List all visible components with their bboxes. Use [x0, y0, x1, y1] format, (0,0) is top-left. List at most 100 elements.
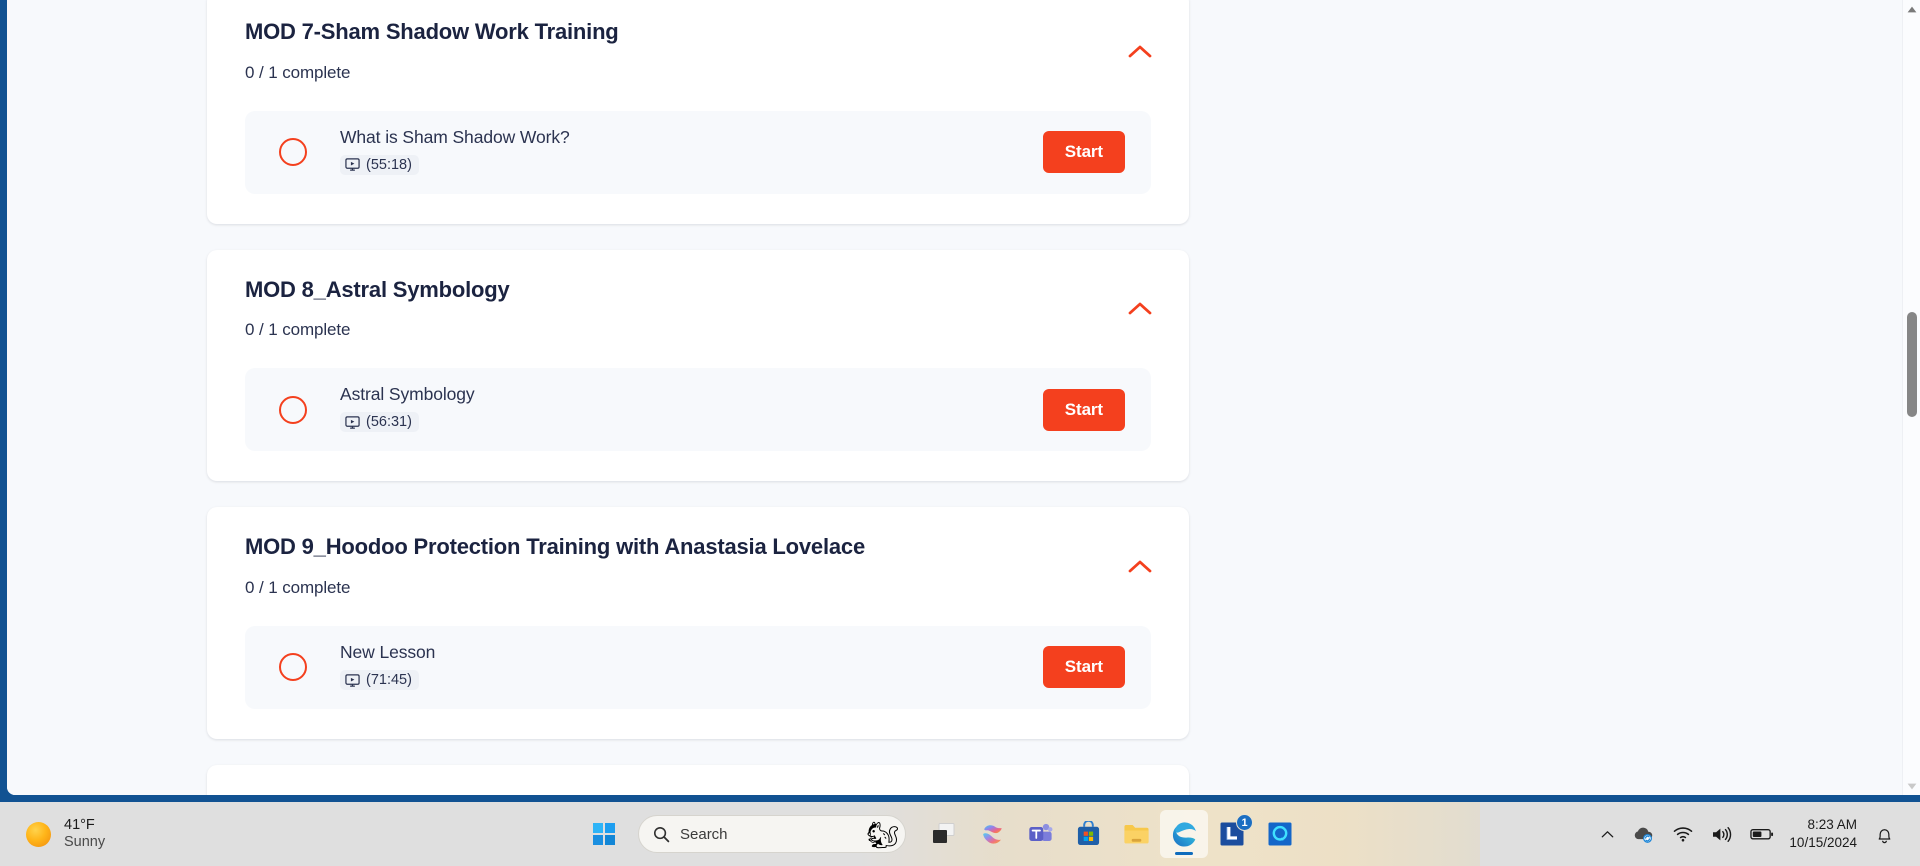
windows-start-icon	[593, 823, 615, 845]
copilot-icon	[982, 825, 1002, 844]
chevron-up-icon	[1128, 302, 1152, 315]
module-header: MOD 8_Astral Symbology 0 / 1 complete	[245, 276, 1152, 341]
weather-condition: Sunny	[64, 834, 106, 850]
module-card: Human Design and Soul Connections Part 1…	[207, 764, 1189, 795]
browser-window: MOD 7-Sham Shadow Work Training 0 / 1 co…	[0, 0, 1920, 802]
module-header: MOD 9_Hoodoo Protection Training with An…	[245, 533, 1152, 598]
microsoft-edge-icon	[1172, 821, 1196, 847]
chevron-down-icon	[1907, 783, 1917, 789]
module-title: Human Design and Soul Connections Part 1…	[245, 791, 1151, 795]
taskbar-app-circle[interactable]	[1256, 810, 1304, 858]
browser-viewport: MOD 7-Sham Shadow Work Training 0 / 1 co…	[7, 0, 1920, 795]
lesson-row[interactable]: New Lesson (71:45) Start	[245, 625, 1151, 709]
search-icon	[653, 826, 670, 842]
circle-incomplete-icon[interactable]	[279, 653, 307, 682]
search-input[interactable]: Search 🐿	[638, 815, 906, 853]
app-badge-count: 1	[1236, 814, 1253, 831]
cloud-sync-icon	[1635, 827, 1653, 843]
vertical-scrollbar[interactable]	[1902, 0, 1920, 795]
bell-icon	[1878, 828, 1891, 843]
module-list: MOD 7-Sham Shadow Work Training 0 / 1 co…	[207, 0, 1189, 795]
lesson-duration-chip: (56:31)	[340, 412, 419, 433]
lesson-row[interactable]: What is Sham Shadow Work? (55:18) Start	[245, 110, 1151, 194]
tray-notifications-button[interactable]	[1867, 812, 1902, 856]
module-card: MOD 8_Astral Symbology 0 / 1 complete As…	[207, 249, 1189, 482]
module-title: MOD 7-Sham Shadow Work Training	[245, 19, 619, 44]
lesson-duration-chip: (71:45)	[340, 670, 419, 691]
tray-onedrive-button[interactable]	[1623, 812, 1664, 856]
weather-widget[interactable]: 41°F Sunny	[26, 817, 105, 850]
microsoft-teams-icon	[1029, 823, 1053, 841]
lesson-row[interactable]: Astral Symbology (56:31) Start	[245, 368, 1151, 452]
taskbar-app-microsoft-edge[interactable]	[1160, 810, 1208, 858]
circle-app-icon	[1268, 822, 1292, 846]
chevron-up-icon	[1128, 560, 1152, 573]
taskbar-app-copilot[interactable]	[968, 810, 1016, 858]
module-header: MOD 7-Sham Shadow Work Training 0 / 1 co…	[245, 18, 1152, 83]
weather-text: 41°F Sunny	[64, 817, 105, 850]
chevron-up-icon	[1128, 45, 1152, 57]
lesson-duration: (55:18)	[366, 156, 412, 173]
module-progress: 0 / 1 complete	[245, 577, 351, 597]
tray-overflow-button[interactable]	[1592, 812, 1623, 856]
clock-date: 10/15/2024	[1789, 835, 1857, 850]
lesson-info: Astral Symbology (56:31)	[340, 384, 1043, 435]
tray-volume-button[interactable]	[1702, 812, 1741, 856]
scrollbar-thumb[interactable]	[1907, 312, 1917, 417]
weather-temperature: 41°F	[64, 817, 95, 834]
module-header: Human Design and Soul Connections Part 1…	[245, 791, 1151, 795]
start-button[interactable]: Start	[1042, 131, 1125, 174]
windows-start-button[interactable]	[580, 810, 628, 858]
windows-taskbar: 41°F Sunny Search 🐿 1 8:23 AM 10/15/2024	[0, 802, 1920, 866]
lesson-title: New Lesson	[340, 642, 436, 663]
taskbar-app-linkedin-learning[interactable]: 1	[1208, 810, 1256, 858]
taskbar-app-microsoft-store[interactable]	[1064, 810, 1112, 858]
start-button[interactable]: Start	[1042, 646, 1125, 689]
circle-incomplete-icon[interactable]	[279, 138, 307, 167]
video-screen-icon	[345, 158, 360, 172]
lesson-duration: (56:31)	[366, 414, 412, 431]
chevron-up-icon	[1907, 6, 1917, 12]
module-title: MOD 8_Astral Symbology	[245, 276, 510, 302]
scroll-down-button[interactable]	[1903, 777, 1920, 795]
lesson-info: What is Sham Shadow Work? (55:18)	[340, 127, 1043, 178]
course-page: MOD 7-Sham Shadow Work Training 0 / 1 co…	[7, 0, 1902, 795]
lesson-title: Astral Symbology	[340, 384, 475, 405]
lesson-duration-chip: (55:18)	[340, 154, 419, 175]
circle-incomplete-icon[interactable]	[279, 395, 307, 424]
taskbar-app-file-explorer[interactable]	[1112, 810, 1160, 858]
file-explorer-icon	[1123, 825, 1149, 844]
scroll-up-button[interactable]	[1903, 0, 1920, 18]
module-card: MOD 9_Hoodoo Protection Training with An…	[207, 507, 1189, 739]
sun-icon	[26, 821, 51, 847]
module-progress: 0 / 1 complete	[245, 62, 351, 82]
module-collapse-toggle[interactable]	[1123, 34, 1157, 68]
module-collapse-toggle[interactable]	[1123, 292, 1157, 326]
module-title: MOD 9_Hoodoo Protection Training with An…	[245, 534, 865, 560]
module-card: MOD 7-Sham Shadow Work Training 0 / 1 co…	[207, 0, 1189, 224]
task-view-icon	[933, 823, 955, 843]
lesson-info: New Lesson (71:45)	[340, 642, 1043, 693]
system-tray: 8:23 AM 10/15/2024	[1592, 812, 1902, 856]
speaker-icon	[1713, 826, 1732, 842]
taskbar-clock[interactable]: 8:23 AM 10/15/2024	[1783, 816, 1867, 851]
wifi-icon	[1674, 827, 1693, 842]
tray-network-button[interactable]	[1664, 812, 1702, 856]
taskbar-center-group: Search 🐿 1	[580, 810, 1304, 858]
module-collapse-toggle[interactable]	[1123, 549, 1157, 583]
video-screen-icon	[345, 416, 360, 429]
video-screen-icon	[345, 673, 360, 687]
search-placeholder: Search	[680, 825, 728, 843]
taskbar-app-teams[interactable]	[1016, 810, 1064, 858]
squirrel-icon: 🐿	[865, 820, 899, 850]
microsoft-store-icon	[1077, 821, 1099, 846]
lesson-title: What is Sham Shadow Work?	[340, 126, 570, 147]
lesson-duration: (71:45)	[366, 672, 412, 689]
taskbar-app-task-view[interactable]	[920, 810, 968, 858]
clock-time: 8:23 AM	[1807, 817, 1857, 833]
start-button[interactable]: Start	[1042, 388, 1125, 431]
chevron-up-icon	[1602, 830, 1614, 837]
battery-icon	[1750, 829, 1774, 840]
tray-battery-button[interactable]	[1741, 812, 1783, 856]
module-progress: 0 / 1 complete	[245, 320, 351, 340]
